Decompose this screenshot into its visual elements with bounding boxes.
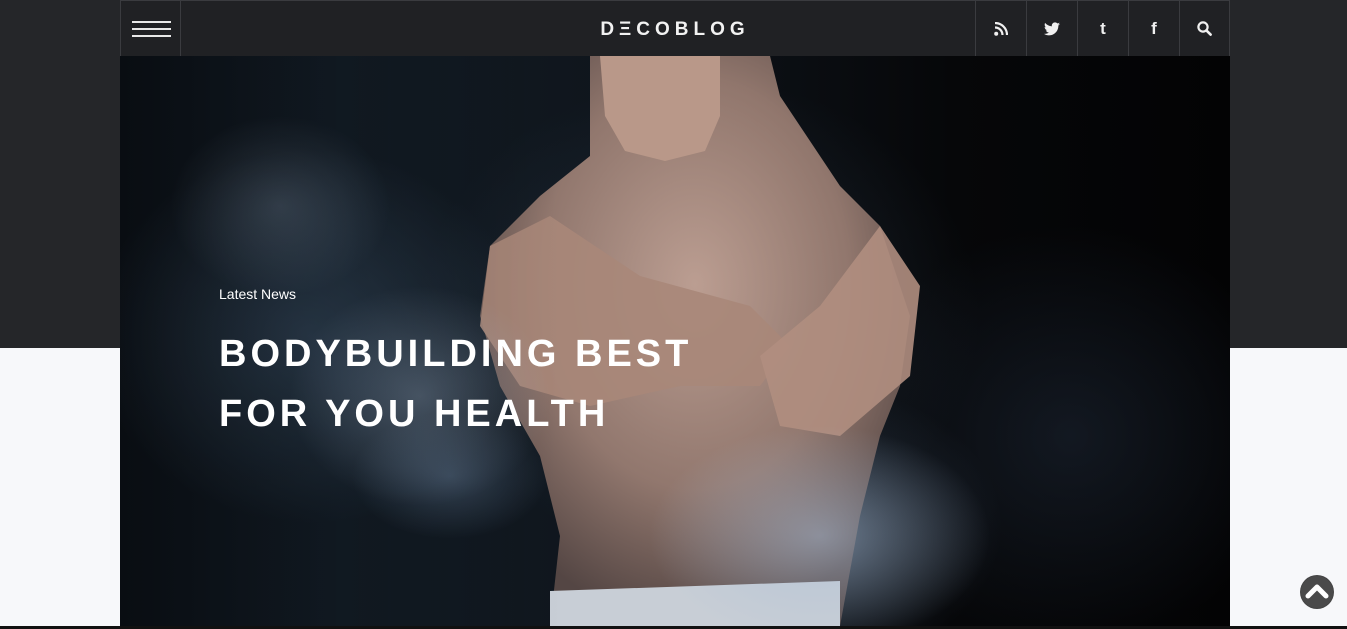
tumblr-icon: t [1100, 18, 1106, 38]
hamburger-line [132, 35, 171, 37]
hamburger-line [132, 21, 171, 23]
chevron-up-icon [1301, 576, 1333, 608]
social-icons: t f [975, 1, 1230, 56]
post-title-line-1: BODYBUILDING BEST [219, 333, 693, 375]
search-icon [1197, 21, 1212, 36]
rss-icon [994, 21, 1008, 36]
post-category-link[interactable]: Latest News [219, 286, 296, 302]
logo-text-deco: DΞCO [600, 19, 675, 40]
scroll-to-top-button[interactable] [1300, 575, 1334, 609]
hero-featured-post[interactable]: Latest News BODYBUILDING BEST FOR YOU HEA… [120, 56, 1230, 626]
facebook-icon: f [1151, 18, 1157, 38]
twitter-icon [1044, 21, 1060, 35]
twitter-button[interactable] [1026, 1, 1077, 56]
post-title-line-2: FOR YOU HEALTH [219, 393, 610, 435]
site-header: DΞCOBLOG t f [120, 0, 1230, 56]
rss-button[interactable] [975, 1, 1026, 56]
logo-text-blog: BLOG [674, 19, 750, 40]
logo-link[interactable]: DΞCOBLOG [600, 19, 749, 40]
search-button[interactable] [1179, 1, 1230, 56]
hamburger-menu-button[interactable] [120, 1, 181, 56]
hamburger-line [132, 28, 171, 30]
post-title[interactable]: BODYBUILDING BEST FOR YOU HEALTH [219, 324, 779, 444]
tumblr-button[interactable]: t [1077, 1, 1128, 56]
facebook-button[interactable]: f [1128, 1, 1179, 56]
